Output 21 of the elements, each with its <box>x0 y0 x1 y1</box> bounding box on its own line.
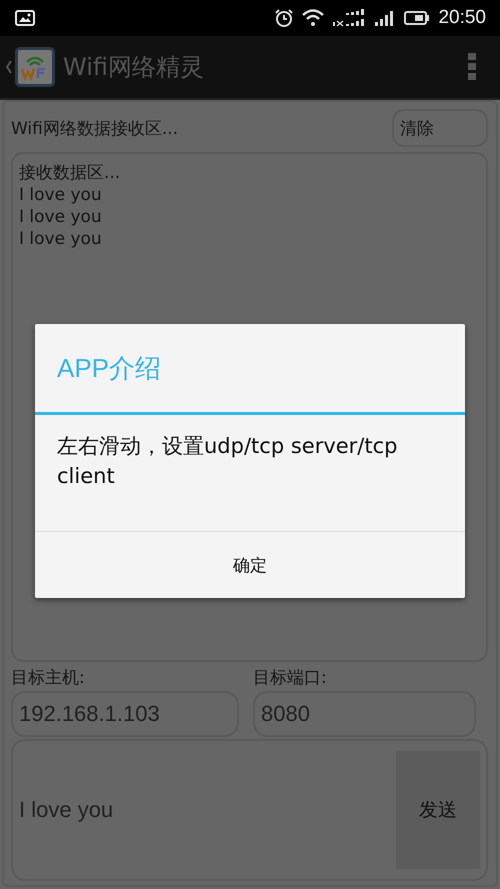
wifi-app-logo-icon <box>15 47 55 87</box>
more-icon <box>468 53 476 81</box>
dialog-message: 左右滑动，设置udp/tcp server/tcp client <box>35 415 465 532</box>
app-title: Wifi网络精灵 <box>63 52 205 83</box>
ok-button[interactable]: 确定 <box>35 532 465 598</box>
back-caret-icon <box>5 59 13 75</box>
battery-icon <box>404 10 430 26</box>
port-input-field[interactable]: 8080 <box>253 691 476 737</box>
dialog-title: APP介绍 <box>35 324 465 415</box>
signal-icon <box>332 9 366 27</box>
image-icon <box>15 10 35 26</box>
send-button[interactable]: 发送 <box>396 751 480 869</box>
port-label: 目标端口: <box>253 667 328 689</box>
host-label: 目标主机: <box>11 667 86 689</box>
receive-area-title: Wifi网络数据接收区... <box>11 118 178 140</box>
wifi-icon <box>302 9 324 27</box>
alarm-icon <box>274 8 294 28</box>
clock-time: 20:50 <box>438 7 486 29</box>
message-input-field[interactable]: I love you <box>19 797 396 823</box>
host-input-field[interactable]: 192.168.1.103 <box>11 691 239 737</box>
clear-button[interactable]: 清除 <box>392 109 488 147</box>
